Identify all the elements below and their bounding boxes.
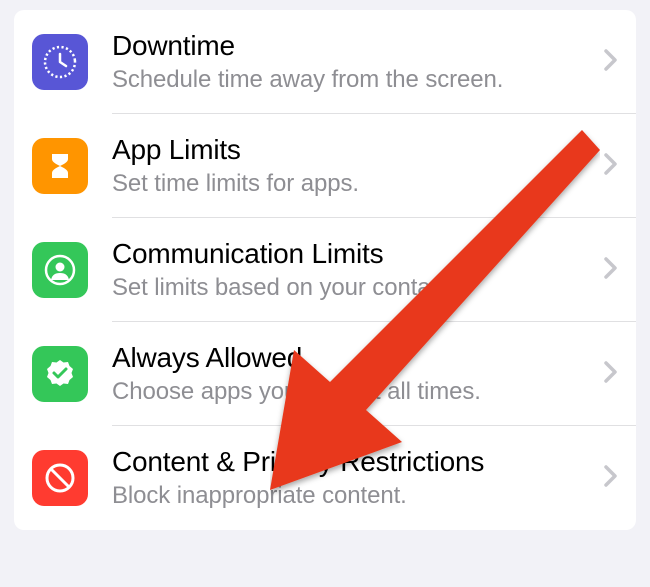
list-item-content-privacy-restrictions[interactable]: Content & Privacy Restrictions Block ina… — [14, 426, 636, 530]
text-content: Downtime Schedule time away from the scr… — [112, 29, 596, 94]
text-content: Content & Privacy Restrictions Block ina… — [112, 445, 596, 510]
list-item-always-allowed[interactable]: Always Allowed Choose apps you want at a… — [14, 322, 636, 426]
chevron-right-icon — [604, 257, 618, 284]
item-title: Content & Privacy Restrictions — [112, 445, 596, 479]
item-subtitle: Set limits based on your contacts. — [112, 274, 596, 303]
chevron-right-icon — [604, 361, 618, 388]
text-content: Always Allowed Choose apps you want at a… — [112, 341, 596, 406]
hourglass-icon — [32, 138, 88, 194]
chevron-right-icon — [604, 49, 618, 76]
item-title: App Limits — [112, 133, 596, 167]
item-title: Always Allowed — [112, 341, 596, 375]
list-item-communication-limits[interactable]: Communication Limits Set limits based on… — [14, 218, 636, 322]
check-badge-icon — [32, 346, 88, 402]
item-subtitle: Schedule time away from the screen. — [112, 66, 596, 95]
item-title: Communication Limits — [112, 237, 596, 271]
contact-icon — [32, 242, 88, 298]
text-content: Communication Limits Set limits based on… — [112, 237, 596, 302]
list-item-app-limits[interactable]: App Limits Set time limits for apps. — [14, 114, 636, 218]
no-entry-icon — [32, 450, 88, 506]
text-content: App Limits Set time limits for apps. — [112, 133, 596, 198]
item-subtitle: Block inappropriate content. — [112, 482, 596, 511]
chevron-right-icon — [604, 465, 618, 492]
settings-list: Downtime Schedule time away from the scr… — [14, 10, 636, 530]
item-title: Downtime — [112, 29, 596, 63]
item-subtitle: Set time limits for apps. — [112, 170, 596, 199]
clock-icon — [32, 34, 88, 90]
list-item-downtime[interactable]: Downtime Schedule time away from the scr… — [14, 10, 636, 114]
item-subtitle: Choose apps you want at all times. — [112, 378, 596, 407]
chevron-right-icon — [604, 153, 618, 180]
